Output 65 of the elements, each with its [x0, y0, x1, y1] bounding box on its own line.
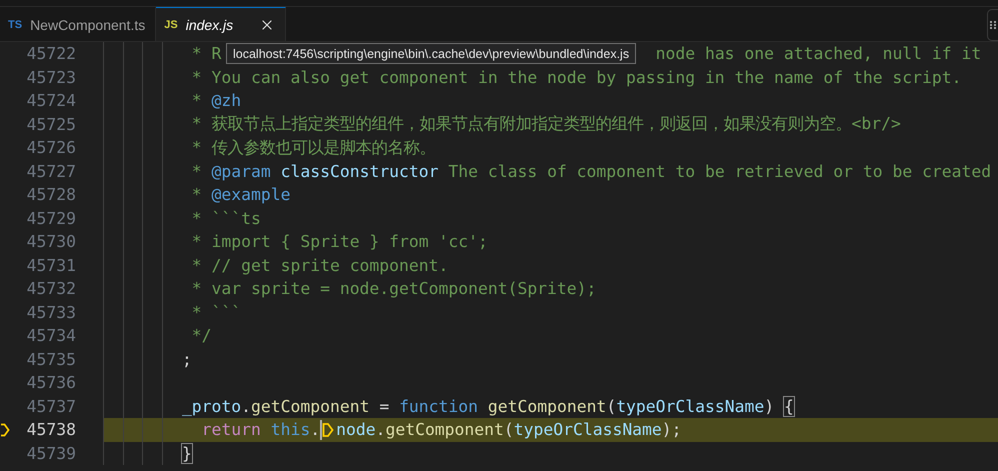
- line-number: 45739: [26, 444, 76, 463]
- code-token: getComponent: [486, 396, 606, 416]
- code-token: getComponent: [385, 420, 504, 440]
- code-token: return: [200, 420, 261, 440]
- text-cursor: [320, 420, 322, 440]
- code-token: node: [336, 420, 376, 440]
- line-number: 45736: [26, 373, 76, 392]
- code-token: * ```ts: [190, 208, 261, 228]
- line-number: 45724: [26, 91, 76, 110]
- line-number: 45737: [26, 396, 76, 416]
- code-token: *: [190, 162, 203, 181]
- line-number: 45735: [26, 350, 76, 369]
- code-token: @param: [212, 162, 271, 181]
- code-token: classConstructor: [280, 162, 439, 181]
- code-token: this: [270, 420, 310, 440]
- line-number: 45727: [26, 162, 76, 181]
- code-token: );: [662, 420, 682, 440]
- code-token: * ```: [190, 302, 242, 322]
- line-number: 45733: [26, 302, 76, 322]
- drag-handle-icon[interactable]: [987, 9, 998, 41]
- code-token: getComponent: [251, 396, 370, 416]
- code-token: =: [378, 396, 390, 416]
- code-token: ;: [182, 350, 192, 369]
- line-number: 45734: [26, 326, 76, 346]
- editor-tab[interactable]: JS index.js: [156, 7, 286, 41]
- code-token: typeOrClassName: [514, 420, 662, 440]
- code-token: The class of component to be retrieved or to be created: [447, 162, 992, 181]
- stack-frame-icon: [322, 422, 334, 438]
- line-number: 45730: [26, 232, 76, 252]
- line-number: 45731: [26, 256, 76, 275]
- code-token: typeOrClassName: [616, 396, 764, 416]
- code-token: node has one attached, null if it: [656, 44, 982, 64]
- code-token: .: [376, 420, 386, 440]
- code-token: * R: [190, 44, 222, 64]
- code-token: @zh: [212, 91, 242, 110]
- line-number: 45726: [26, 138, 76, 158]
- code-token: @example: [212, 185, 290, 204]
- code-token: * You can also get component in the node by passing in the name of the script.: [190, 68, 962, 87]
- line-number: 45738: [26, 420, 76, 440]
- code-token: _proto: [182, 396, 242, 416]
- code-token: {: [784, 396, 794, 416]
- line-number: 45732: [26, 279, 76, 298]
- line-number: 45722: [26, 44, 76, 64]
- code-token: * 获取节点上指定类型的组件，如果节点有附加指定类型的组件，则返回，如果没有则为空。<br/>: [190, 113, 901, 136]
- code-token: * import { Sprite } from 'cc';: [190, 232, 488, 252]
- code-token: *: [190, 185, 203, 204]
- code-token: * 传入参数也可以是脚本的名称。: [190, 136, 436, 159]
- code-token: function: [399, 396, 478, 416]
- line-number: 45728: [26, 185, 76, 204]
- code-token: }: [182, 444, 192, 463]
- code-token: * // get sprite component.: [190, 256, 448, 275]
- file-type-icon: TS: [8, 18, 22, 30]
- line-number: 45725: [26, 114, 76, 134]
- line-number: 45729: [26, 208, 76, 228]
- file-path-tooltip: localhost:7456\scripting\engine\bin\.cache\dev\preview\bundled\index.js: [226, 43, 636, 64]
- code-token: */: [190, 326, 212, 346]
- code-token: ): [764, 396, 776, 416]
- code-token: (: [504, 420, 514, 440]
- code-token: .: [310, 420, 320, 440]
- code-token: *: [190, 91, 203, 110]
- code-token: (: [606, 396, 616, 416]
- line-number: 45723: [26, 68, 76, 87]
- code-token: * var sprite = node.getComponent(Sprite);: [190, 279, 596, 298]
- file-type-icon: JS: [164, 18, 178, 30]
- code-token: .: [241, 396, 252, 416]
